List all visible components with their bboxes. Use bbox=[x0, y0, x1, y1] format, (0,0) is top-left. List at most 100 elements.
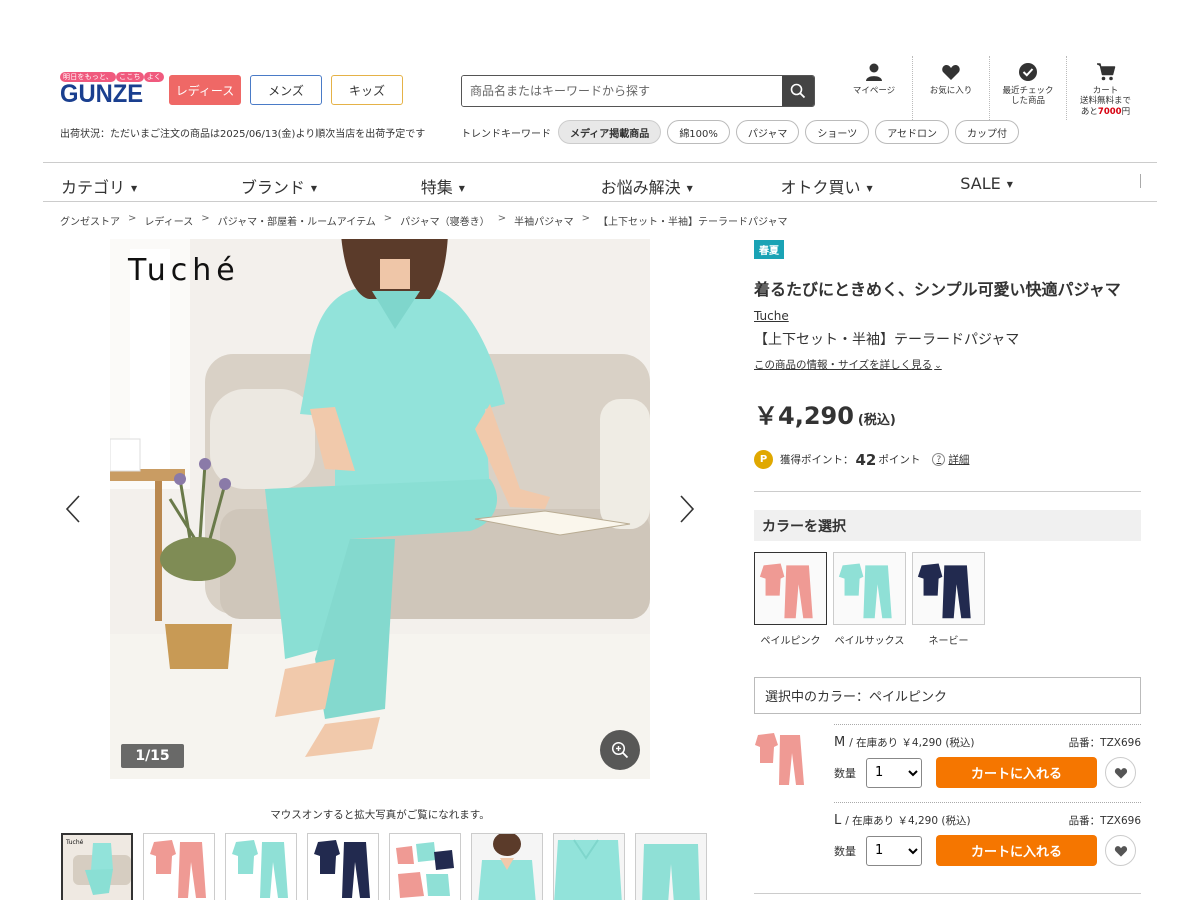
trend-label: トレンドキーワード bbox=[461, 129, 551, 140]
zoom-hint: マウスオンすると拡大写真がご覧になれます。 bbox=[270, 809, 490, 821]
cart-label: カート bbox=[1092, 86, 1119, 96]
thumbnail-strip: Tuché bbox=[61, 833, 707, 900]
thumbnail-image bbox=[308, 834, 378, 900]
logo-tagline-post: よく bbox=[143, 72, 165, 82]
product-photo bbox=[110, 239, 650, 779]
thumbnail[interactable] bbox=[307, 833, 379, 900]
tab-kids[interactable]: キッズ bbox=[331, 75, 403, 105]
chevron-left-icon bbox=[65, 495, 80, 523]
variant-stock-text: / 在庫あり ￥4,290 (税込) bbox=[849, 737, 975, 749]
trend-tag[interactable]: 綿100% bbox=[667, 120, 730, 144]
thumbnail-image bbox=[390, 834, 460, 900]
trend-tags: メディア掲載商品 綿100% パジャマ ショーツ アセドロン カップ付 bbox=[558, 120, 1020, 144]
favorite-button[interactable] bbox=[1105, 835, 1136, 866]
favorite-button[interactable] bbox=[1105, 757, 1136, 788]
search-icon bbox=[790, 83, 806, 99]
gallery-next-button[interactable] bbox=[676, 494, 696, 524]
thumbnail[interactable] bbox=[143, 833, 215, 900]
logo-word: GUNZE bbox=[60, 80, 144, 108]
thumbnail[interactable]: Tuché bbox=[61, 833, 133, 900]
variant-stock: M / 在庫あり ￥4,290 (税込) bbox=[834, 735, 975, 750]
color-heading: カラーを選択 bbox=[754, 510, 1141, 541]
breadcrumb-item[interactable]: パジャマ（寝巻き） bbox=[400, 213, 490, 228]
free-shipping-unit: 円 bbox=[1121, 107, 1131, 117]
brand-link[interactable]: Tuche bbox=[754, 309, 789, 323]
breadcrumb-item[interactable]: レディース bbox=[144, 213, 193, 228]
points-info: P 獲得ポイント： 42 ポイント ? 詳細 bbox=[754, 450, 969, 469]
thumbnail[interactable] bbox=[225, 833, 297, 900]
quantity-label: 数量 bbox=[834, 844, 856, 858]
breadcrumb-separator: > bbox=[383, 213, 393, 224]
add-to-cart-button[interactable]: カートに入れる bbox=[936, 835, 1097, 866]
main-product-image[interactable]: Tuché bbox=[110, 239, 650, 779]
cart-link[interactable]: カート 送料無料まで あと7000円 bbox=[1067, 56, 1144, 120]
nav-category[interactable]: カテゴリ ▼ bbox=[61, 174, 241, 197]
price-amount: ￥4,290 bbox=[754, 402, 854, 430]
divider bbox=[754, 491, 1141, 492]
breadcrumb-item[interactable]: パジャマ・部屋着・ルームアイテム bbox=[218, 213, 376, 228]
quantity-select[interactable]: 1 bbox=[866, 835, 922, 866]
caret-down-icon: ▼ bbox=[458, 184, 465, 193]
breadcrumb-item[interactable]: グンゼストア bbox=[60, 213, 120, 228]
price-tax-note: (税込) bbox=[857, 413, 896, 428]
nav-deals[interactable]: オトク買い ▼ bbox=[780, 174, 960, 197]
swatch-image-pink bbox=[759, 563, 813, 618]
variant-image-pink bbox=[755, 733, 804, 785]
thumbnail[interactable] bbox=[471, 833, 543, 900]
thumbnail[interactable] bbox=[553, 833, 625, 900]
thumbnail[interactable] bbox=[389, 833, 461, 900]
swatch-image-sax bbox=[838, 563, 892, 618]
variant-row: L / 在庫あり ￥4,290 (税込) 品番：TZX696 数量 1 カートに入れ… bbox=[834, 802, 1141, 866]
quantity-label: 数量 bbox=[834, 766, 856, 780]
points-value: 42 bbox=[855, 450, 877, 469]
trend-tag[interactable]: ショーツ bbox=[805, 120, 870, 144]
trend-tag[interactable]: メディア掲載商品 bbox=[558, 120, 662, 144]
gallery-prev-button[interactable] bbox=[64, 494, 84, 524]
zoom-button[interactable] bbox=[600, 730, 640, 770]
thumbnail[interactable] bbox=[635, 833, 707, 900]
mypage-label: マイページ bbox=[852, 86, 896, 96]
nav-feature[interactable]: 特集 ▼ bbox=[421, 174, 601, 197]
trend-tag[interactable]: カップ付 bbox=[955, 120, 1020, 144]
swatch-name: ペイルサックス bbox=[834, 636, 905, 647]
variant-row: M / 在庫あり ￥4,290 (税込) 品番：TZX696 数量 1 カートに入れ… bbox=[834, 724, 1141, 788]
trend-tag[interactable]: パジャマ bbox=[735, 120, 800, 144]
tab-ladies[interactable]: レディース bbox=[169, 75, 241, 105]
tab-mens[interactable]: メンズ bbox=[250, 75, 322, 105]
thumbnail-image bbox=[472, 834, 542, 900]
nav-deals-label: オトク買い bbox=[780, 178, 861, 197]
add-to-cart-button[interactable]: カートに入れる bbox=[936, 757, 1097, 788]
color-swatch[interactable]: ペイルサックス bbox=[833, 552, 906, 647]
price: ￥4,290 (税込) bbox=[754, 396, 896, 431]
mypage-link[interactable]: マイページ bbox=[836, 56, 913, 120]
recently-viewed-label-line2: した商品 bbox=[1010, 96, 1045, 106]
points-help-label: 詳細 bbox=[948, 454, 970, 466]
points-help-link[interactable]: ? 詳細 bbox=[932, 452, 969, 467]
brand-overlay: Tuché bbox=[128, 253, 240, 288]
search-button[interactable] bbox=[782, 76, 814, 106]
gunze-logo[interactable]: 明日をもっと、 ここち よく GUNZE bbox=[60, 72, 165, 108]
breadcrumb-current: 【上下セット・半袖】テーラードパジャマ bbox=[597, 217, 788, 228]
trend-tag[interactable]: アセドロン bbox=[875, 120, 950, 144]
free-shipping-remaining: 送料無料まで あと7000円 bbox=[1080, 96, 1131, 118]
variant-image bbox=[754, 727, 816, 789]
quantity-select[interactable]: 1 bbox=[866, 757, 922, 788]
points-label: 獲得ポイント： bbox=[780, 454, 854, 466]
recently-viewed-link[interactable]: 最近チェック した商品 bbox=[990, 56, 1067, 120]
favorites-link[interactable]: お気に入り bbox=[913, 56, 990, 120]
nav-sale[interactable]: SALE ▼ bbox=[960, 174, 1141, 193]
nav-brand[interactable]: ブランド ▼ bbox=[241, 174, 421, 197]
breadcrumb-separator: > bbox=[201, 213, 210, 224]
check-circle-icon bbox=[1019, 63, 1037, 81]
color-swatch[interactable]: ペイルピンク bbox=[754, 552, 827, 647]
search-input[interactable] bbox=[462, 76, 782, 106]
breadcrumb-item[interactable]: 半袖パジャマ bbox=[514, 213, 574, 228]
nav-solutions[interactable]: お悩み解決 ▼ bbox=[601, 174, 781, 197]
swatch-image bbox=[833, 552, 906, 625]
product-detail-link[interactable]: この商品の情報・サイズを詳しく見る ⌄ bbox=[754, 357, 942, 372]
color-swatch[interactable]: ネービー bbox=[912, 552, 985, 647]
user-icon bbox=[866, 63, 882, 81]
divider bbox=[754, 893, 1141, 894]
product-detail-link-label: この商品の情報・サイズを詳しく見る bbox=[754, 359, 933, 371]
image-counter: 1/15 bbox=[121, 744, 184, 768]
